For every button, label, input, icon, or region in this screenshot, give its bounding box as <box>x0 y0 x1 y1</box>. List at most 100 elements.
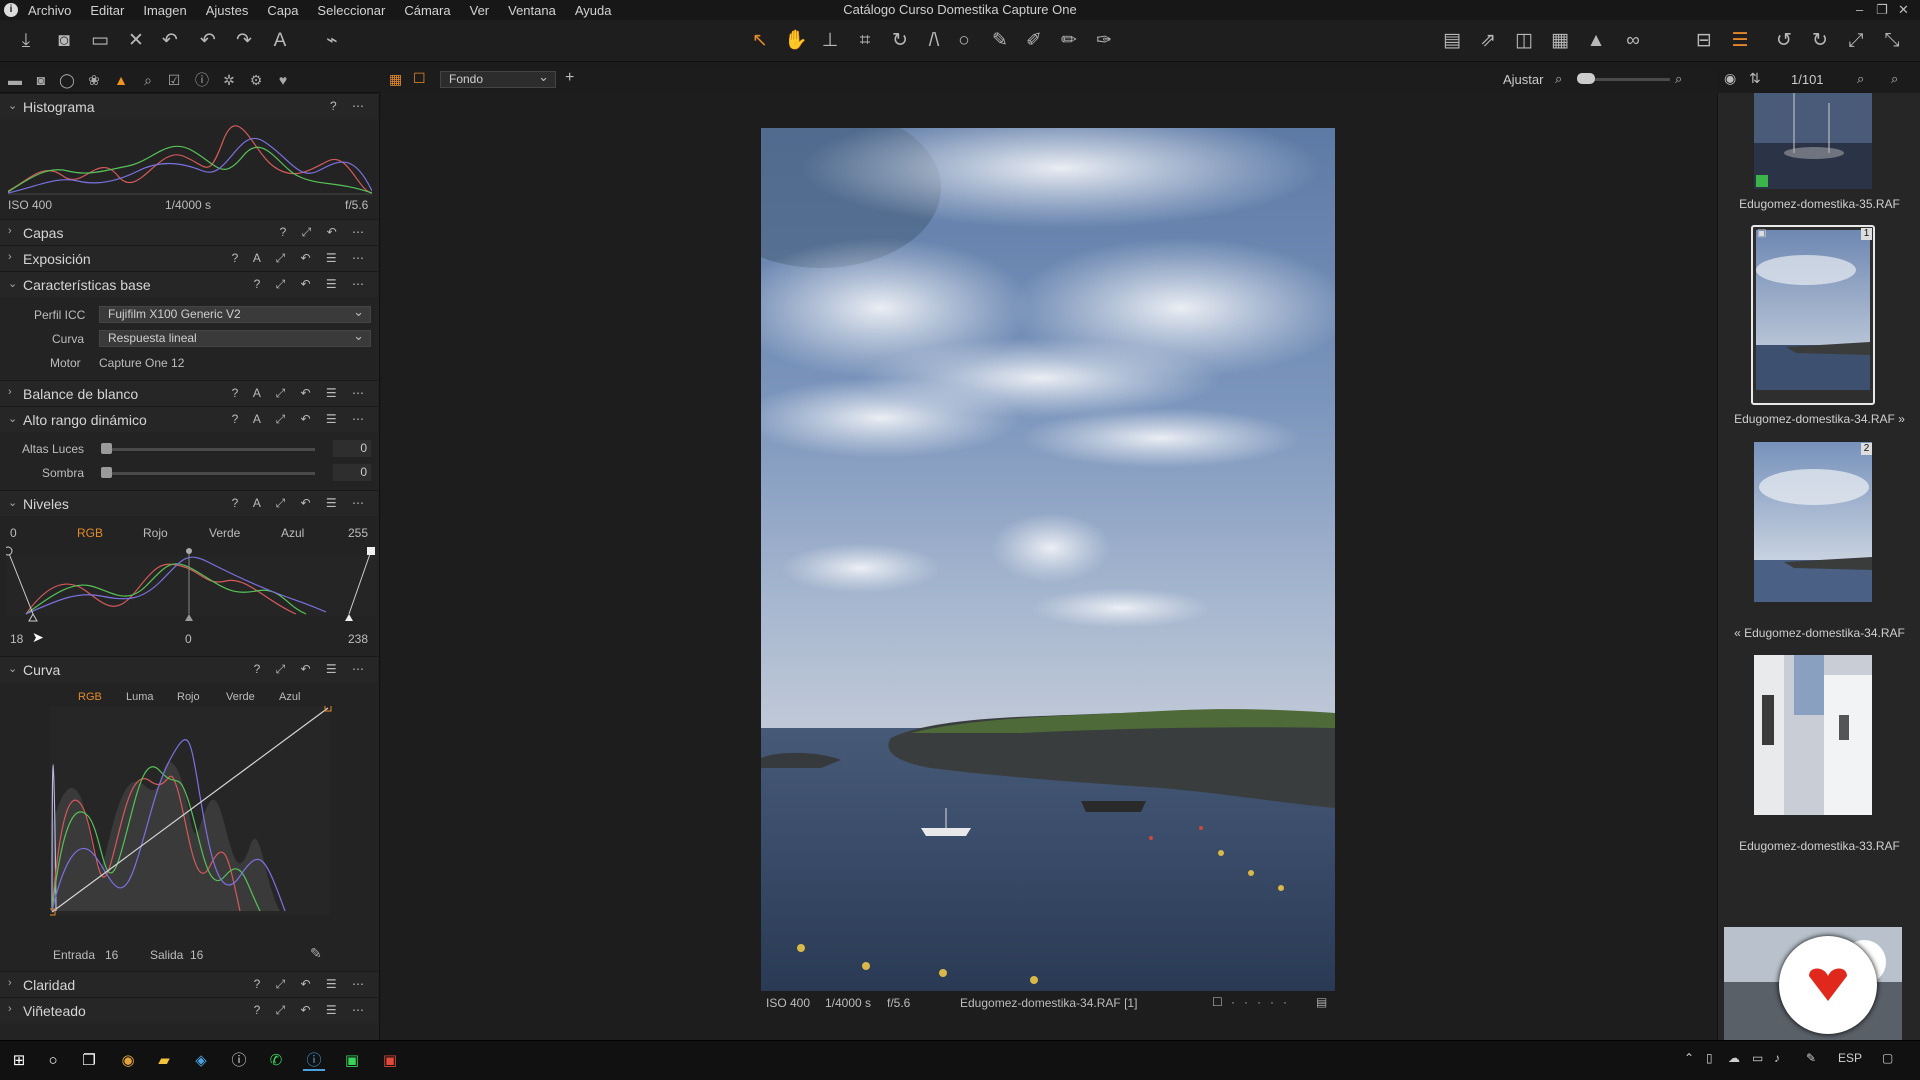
gradient-icon[interactable]: ✏ <box>1055 28 1083 54</box>
select-cursor-icon[interactable]: ↖ <box>746 28 774 54</box>
exposure-header[interactable]: › Exposición ? A ⤢ ↶ ☰ ⋯ <box>0 245 378 271</box>
curve-input-value[interactable]: 16 <box>105 948 118 962</box>
tab-lens-icon[interactable]: ◯ <box>56 70 78 90</box>
menu-ver[interactable]: Ver <box>470 3 490 18</box>
eyedropper-icon[interactable]: ✎ <box>310 945 322 962</box>
curve-tab-luma[interactable]: Luma <box>126 691 154 703</box>
hdr-header[interactable]: ⌄ Alto rango dinámico ? A ⤢ ↶ ☰ ⋯ <box>0 406 378 432</box>
file-explorer-icon[interactable]: ▰ <box>153 1051 175 1071</box>
grid-view-icon[interactable]: ▦ <box>389 71 402 88</box>
menu-ayuda[interactable]: Ayuda <box>575 3 612 18</box>
tab-exposure-icon[interactable]: ▲ <box>110 70 132 90</box>
tray-network-icon[interactable]: ▭ <box>1752 1051 1763 1065</box>
clarity-header[interactable]: › Claridad ? ⤢ ↶ ☰ ⋯ <box>0 971 378 997</box>
warning-icon[interactable]: ▲ <box>1582 28 1610 54</box>
tab-details-icon[interactable]: ⌕ <box>137 70 159 90</box>
fit-button[interactable]: Ajustar <box>1503 72 1543 87</box>
levels-header[interactable]: ⌄ Niveles ? A ⤢ ↶ ☰ ⋯ <box>0 490 378 516</box>
undo-icon[interactable]: ↶ <box>194 28 222 54</box>
levels-output-min[interactable]: 0 <box>10 526 17 540</box>
tray-volume-icon[interactable]: ♪ <box>1774 1051 1780 1065</box>
cortana-icon[interactable]: ○ <box>42 1051 64 1071</box>
curve-tab-blue[interactable]: Azul <box>279 691 300 703</box>
curve-output-value[interactable]: 16 <box>190 948 203 962</box>
zoom-slider-handle[interactable] <box>1577 73 1595 84</box>
section-actions-icon[interactable]: ? A ⤢ ↶ ☰ ⋯ <box>232 412 370 427</box>
zoom-in-icon[interactable]: ⌕ <box>1675 71 1682 87</box>
menu-ventana[interactable]: Ventana <box>508 3 556 18</box>
rotate-right-icon[interactable]: ↻ <box>1806 28 1834 54</box>
layout-icon[interactable]: ⊟ <box>1690 28 1718 54</box>
rotate-left-icon[interactable]: ↺ <box>1770 28 1798 54</box>
levels-tab-green[interactable]: Verde <box>209 526 240 540</box>
base-characteristics-header[interactable]: ⌄ Características base ? ⤢ ↶ ☰ ⋯ <box>0 271 378 297</box>
eye-icon[interactable]: ◉ <box>1724 70 1736 87</box>
restore-icon[interactable]: ❐ <box>1876 2 1888 18</box>
add-icon[interactable]: + <box>565 69 574 87</box>
curve-tab-rgb[interactable]: RGB <box>78 691 102 703</box>
levels-input-max[interactable]: 238 <box>348 632 368 646</box>
thumbnail[interactable] <box>1754 93 1872 189</box>
capture-one-icon[interactable]: ⓘ <box>228 1051 250 1071</box>
section-actions-icon[interactable]: ? A ⤢ ↶ ☰ ⋯ <box>232 251 370 266</box>
task-view-icon[interactable]: ❐ <box>78 1051 100 1071</box>
menu-imagen[interactable]: Imagen <box>143 3 186 18</box>
menu-camara[interactable]: Cámara <box>404 3 450 18</box>
histogram-header[interactable]: ⌄ Histograma ? ⋯ <box>0 93 378 119</box>
levels-graph[interactable] <box>6 546 376 626</box>
tab-library-icon[interactable]: ▬ <box>4 70 26 90</box>
import-icon[interactable]: ⤓ <box>12 28 40 54</box>
highlights-slider[interactable] <box>102 448 315 451</box>
star-rating[interactable]: ····· <box>1231 995 1296 1009</box>
section-actions-icon[interactable]: ? ⋯ <box>330 99 370 113</box>
vignette-header[interactable]: › Viñeteado ? ⤢ ↶ ☰ ⋯ <box>0 997 378 1023</box>
thumbnail[interactable] <box>1754 442 1872 602</box>
tab-capture-icon[interactable]: ◙ <box>30 70 52 90</box>
shadows-slider-handle[interactable] <box>101 467 112 478</box>
tray-arrow-icon[interactable]: ⌃ <box>1684 1051 1694 1065</box>
glasses-icon[interactable]: ∞ <box>1616 28 1650 54</box>
menu-capa[interactable]: Capa <box>267 3 298 18</box>
highlights-slider-handle[interactable] <box>101 443 112 454</box>
tab-output-icon[interactable]: ✲ <box>218 70 240 90</box>
stamp-icon[interactable]: ⊥ <box>816 28 844 54</box>
color-tag-icon[interactable]: ☐ <box>1212 995 1223 1009</box>
section-actions-icon[interactable]: ? A ⤢ ↶ ☰ ⋯ <box>232 386 370 401</box>
levels-tab-blue[interactable]: Azul <box>281 526 304 540</box>
levels-input-min[interactable]: 18 <box>10 632 23 646</box>
expand-icon[interactable]: ⤢ <box>1842 28 1870 54</box>
curve-tab-green[interactable]: Verde <box>226 691 255 703</box>
shadows-slider[interactable] <box>102 472 315 475</box>
picker-icon[interactable]: ✎ <box>986 28 1014 54</box>
chrome-icon[interactable]: ◉ <box>117 1051 139 1071</box>
thumbnail[interactable] <box>1756 230 1870 390</box>
tab-color-icon[interactable]: ❀ <box>83 70 105 90</box>
curve-header[interactable]: ⌄ Curva ? ⤢ ↶ ☰ ⋯ <box>0 656 378 682</box>
close-window-icon[interactable]: ✕ <box>1898 2 1909 18</box>
info-icon[interactable]: ▤ <box>1316 995 1327 1009</box>
icc-profile-select[interactable]: Fujifilm X100 Generic V2 <box>99 304 371 323</box>
main-photo[interactable] <box>761 128 1335 991</box>
folder-icon[interactable]: ▭ <box>86 28 114 54</box>
print-icon[interactable]: ▤ <box>1438 28 1466 54</box>
minimize-icon[interactable]: – <box>1856 2 1863 17</box>
curve-tab-red[interactable]: Rojo <box>177 691 200 703</box>
app-icon[interactable]: ◈ <box>190 1051 212 1071</box>
curve-select[interactable]: Respuesta lineal <box>99 328 371 347</box>
layers-header[interactable]: › Capas ? ⤢ ↶ ⋯ <box>0 219 378 245</box>
section-actions-icon[interactable]: ? ⤢ ↶ ☰ ⋯ <box>254 1003 370 1018</box>
white-balance-header[interactable]: › Balance de blanco ? A ⤢ ↶ ☰ ⋯ <box>0 380 378 406</box>
section-actions-icon[interactable]: ? ⤢ ↶ ☰ ⋯ <box>254 977 370 992</box>
eraser-icon[interactable]: ✑ <box>1090 28 1118 54</box>
spot-removal-icon[interactable]: ○ <box>950 28 978 54</box>
reset-icon[interactable]: ↶ <box>156 28 184 54</box>
app-red-icon[interactable]: ▣ <box>379 1051 401 1071</box>
menu-archivo[interactable]: Archivo <box>28 3 71 18</box>
tab-adjustments-icon[interactable]: ☑ <box>163 70 185 90</box>
section-actions-icon[interactable]: ? ⤢ ↶ ☰ ⋯ <box>254 277 370 292</box>
collapse-icon[interactable]: ⤡ <box>1878 28 1906 54</box>
thumbnail[interactable] <box>1754 655 1872 815</box>
variant-select[interactable]: Fondo <box>440 69 556 88</box>
viewer-stack-icon[interactable]: ☰ <box>1726 28 1754 54</box>
export-icon[interactable]: ⇗ <box>1474 28 1502 54</box>
